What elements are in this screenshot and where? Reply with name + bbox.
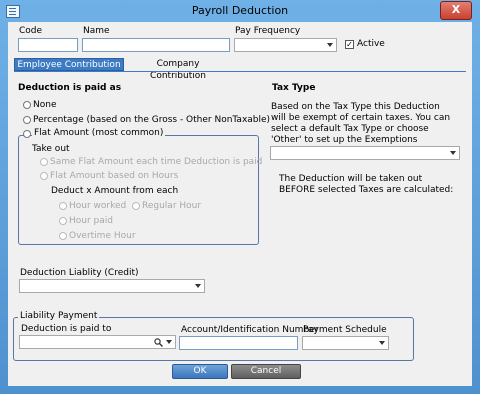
code-label: Code — [19, 26, 43, 36]
account-id-field[interactable] — [179, 336, 298, 350]
tax-type-note: The Deduction will be taken out BEFORE s… — [279, 174, 454, 195]
deduct-x-label: Deduct x Amount from each — [51, 186, 179, 196]
overtime-hour-radio[interactable] — [59, 232, 67, 240]
flat-hours-radio[interactable] — [40, 172, 48, 180]
chevron-down-icon — [166, 340, 172, 344]
regular-hour-label: Regular Hour — [142, 201, 202, 211]
cancel-button[interactable]: Cancel — [231, 364, 301, 379]
tab-underline — [14, 71, 466, 72]
liability-payment-label: Liability Payment — [18, 311, 100, 321]
title-bar[interactable]: Payroll Deduction X — [0, 0, 480, 22]
dialog-body: Code Name Pay Frequency ✓ Active Employe… — [8, 22, 472, 386]
chevron-down-icon — [327, 43, 333, 47]
none-label: None — [33, 100, 57, 110]
name-field[interactable] — [82, 38, 230, 52]
hour-worked-label: Hour worked — [69, 201, 127, 211]
payment-schedule-label: Payment Schedule — [303, 325, 387, 335]
dialog-window: Payroll Deduction X Code Name Pay Freque… — [0, 0, 480, 394]
same-flat-radio[interactable] — [40, 158, 48, 166]
hour-paid-label: Hour paid — [69, 216, 113, 226]
paid-as-heading: Deduction is paid as — [18, 83, 122, 93]
percentage-radio[interactable] — [23, 116, 31, 124]
code-field[interactable] — [18, 38, 78, 52]
close-button[interactable]: X — [440, 1, 472, 20]
flat-hours-label: Flat Amount based on Hours — [50, 171, 179, 181]
tax-type-select[interactable] — [270, 146, 460, 160]
ok-button[interactable]: OK — [172, 364, 228, 379]
window-title: Payroll Deduction — [191, 4, 289, 17]
percentage-label: Percentage (based on the Gross - Other N… — [33, 115, 271, 125]
tab-company-contribution[interactable]: Company Contribution — [128, 58, 228, 81]
chevron-down-icon — [450, 151, 456, 155]
tab-employee-contribution[interactable]: Employee Contribution — [14, 58, 124, 71]
name-label: Name — [83, 26, 110, 36]
take-out-label: Take out — [32, 144, 70, 154]
liability-account-label: Deduction Liablity (Credit) — [20, 268, 139, 278]
tax-type-heading: Tax Type — [272, 83, 316, 93]
paid-to-select[interactable] — [19, 335, 176, 349]
regular-hour-radio[interactable] — [132, 202, 140, 210]
none-radio[interactable] — [23, 101, 31, 109]
pay-frequency-label: Pay Frequency — [235, 26, 301, 36]
pay-frequency-select[interactable] — [234, 38, 337, 52]
payment-schedule-select[interactable] — [302, 336, 389, 350]
hour-worked-radio[interactable] — [59, 202, 67, 210]
active-label: Active — [357, 39, 385, 49]
active-checkbox[interactable]: ✓ — [345, 40, 354, 49]
flat-amount-radio[interactable] — [23, 130, 31, 138]
chevron-down-icon — [195, 284, 201, 288]
chevron-down-icon — [379, 341, 385, 345]
flat-amount-label: Flat Amount (most common) — [32, 128, 166, 138]
liability-account-select[interactable] — [19, 279, 205, 293]
paid-to-label: Deduction is paid to — [21, 324, 112, 334]
search-icon[interactable] — [154, 338, 163, 347]
account-id-label: Account/Identification Number — [181, 325, 319, 335]
hour-paid-radio[interactable] — [59, 217, 67, 225]
same-flat-label: Same Flat Amount each time Deduction is … — [50, 157, 263, 167]
overtime-hour-label: Overtime Hour — [69, 231, 136, 241]
